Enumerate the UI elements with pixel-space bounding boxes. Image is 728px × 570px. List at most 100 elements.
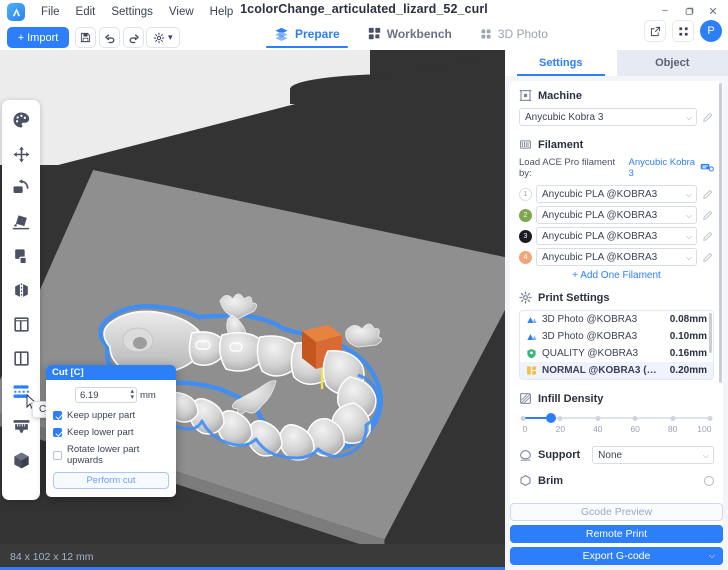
- filament-color-swatch-4[interactable]: 4: [519, 250, 532, 264]
- variable-layer-height-button[interactable]: ▾: [146, 27, 180, 48]
- support-tool-button[interactable]: [6, 445, 36, 475]
- window-title: 1colorChange_articulated_lizard_52_curl: [240, 2, 488, 16]
- filament-edit-icon-1[interactable]: [701, 189, 714, 200]
- preset-row-3d-photo-008[interactable]: 3D Photo @KOBRA3 0.08mm: [520, 311, 713, 328]
- remote-print-button[interactable]: Remote Print: [510, 525, 723, 543]
- tab-settings[interactable]: Settings: [505, 50, 617, 76]
- cut-height-row: 6.19 ▴ ▾ mm: [53, 387, 169, 403]
- palette-tool-button[interactable]: [6, 105, 36, 135]
- split-tool-button[interactable]: [6, 343, 36, 373]
- app-window: File Edit Settings View Help 1colorChang…: [0, 0, 728, 570]
- add-one-filament-button[interactable]: + Add One Filament: [519, 270, 714, 281]
- gcode-preview-button[interactable]: Gcode Preview: [510, 503, 723, 521]
- tab-prepare-label: Prepare: [295, 26, 340, 41]
- print-settings-list: 3D Photo @KOBRA3 0.08mm 3D Photo @KOBRA3…: [519, 310, 714, 380]
- keep-lower-part-checkbox[interactable]: [53, 428, 62, 437]
- filament-select-4[interactable]: Anycubic PLA @KOBRA3 ⌵: [536, 248, 697, 266]
- filament-color-swatch-3[interactable]: 3: [519, 229, 532, 243]
- import-button[interactable]: + Import: [7, 27, 69, 48]
- support-row: Support None ⌵: [519, 446, 714, 464]
- brim-checkbox[interactable]: [704, 475, 714, 486]
- infill-tick-label: 20: [555, 424, 566, 434]
- rotate-icon: [13, 179, 29, 193]
- infill-slider-knob[interactable]: [546, 413, 557, 423]
- machine-section: Machine Anycubic Kobra 3 ⌵: [510, 81, 723, 126]
- machine-edit-icon[interactable]: [701, 112, 714, 123]
- preset-row-3d-photo-010[interactable]: 3D Photo @KOBRA3 0.10mm: [520, 328, 713, 345]
- rotate-lower-part-option[interactable]: Rotate lower part upwards: [53, 444, 169, 466]
- arrange-icon: [13, 316, 29, 332]
- avatar[interactable]: P: [700, 20, 722, 42]
- infill-heading: Infill Density: [519, 392, 714, 405]
- tab-object[interactable]: Object: [616, 50, 728, 76]
- filament-load-link[interactable]: Anycubic Kobra 3: [629, 157, 700, 179]
- minimize-button[interactable]: −: [654, 2, 676, 20]
- chevron-down-icon: ⌵: [702, 451, 709, 460]
- keep-upper-part-option[interactable]: Keep upper part: [53, 410, 169, 421]
- apps-grid-icon[interactable]: [672, 20, 694, 42]
- cut-icon: [13, 385, 29, 398]
- brim-title: Brim: [538, 474, 564, 487]
- arrange-tool-button[interactable]: [6, 309, 36, 339]
- perform-cut-button[interactable]: Perform cut: [53, 472, 169, 489]
- filament-color-swatch-2[interactable]: 2: [519, 208, 532, 222]
- infill-tick-label: 0: [522, 424, 528, 434]
- tab-workbench[interactable]: Workbench: [354, 23, 466, 48]
- filament-color-swatch-1[interactable]: 1: [519, 187, 532, 201]
- scale-tool-button[interactable]: [6, 241, 36, 271]
- keep-lower-part-option[interactable]: Keep lower part: [53, 427, 169, 438]
- filament-edit-icon-2[interactable]: [701, 210, 714, 221]
- filament-select-2[interactable]: Anycubic PLA @KOBRA3 ⌵: [536, 206, 697, 224]
- model-eye: [133, 337, 147, 349]
- filament-load-prefix: Load ACE Pro filament by:: [519, 157, 616, 179]
- rotate-lower-part-checkbox[interactable]: [53, 450, 62, 460]
- print-settings-scrollbar[interactable]: [709, 313, 712, 353]
- preset-row-quality-016[interactable]: QUALITY @KOBRA3 0.16mm: [520, 345, 713, 362]
- machine-row: Anycubic Kobra 3 ⌵: [519, 108, 714, 126]
- window-controls: − ✕: [654, 2, 724, 20]
- filament-section: Filament Load ACE Pro filament by: Anycu…: [510, 130, 723, 281]
- support-value: None: [598, 449, 623, 461]
- external-link-icon[interactable]: [644, 20, 666, 42]
- palette-icon: [13, 112, 30, 128]
- undo-button[interactable]: [99, 27, 120, 48]
- support-select[interactable]: None ⌵: [592, 446, 714, 464]
- ace-pro-icon[interactable]: [700, 161, 714, 176]
- filament-edit-icon-4[interactable]: [701, 252, 714, 263]
- settings-scrollbar[interactable]: [719, 83, 722, 383]
- place-on-face-tool-button[interactable]: [6, 207, 36, 237]
- cut-height-value: 6.19: [80, 389, 99, 401]
- machine-select[interactable]: Anycubic Kobra 3 ⌵: [519, 108, 697, 126]
- settings-scroll-area: Machine Anycubic Kobra 3 ⌵ Filament Load…: [510, 81, 723, 547]
- cut-height-stepper[interactable]: ▴ ▾: [130, 388, 134, 401]
- filament-title: Filament: [538, 138, 584, 151]
- filament-value-3: Anycubic PLA @KOBRA3: [542, 230, 658, 242]
- close-button[interactable]: ✕: [702, 2, 724, 20]
- infill-tick-dot: [520, 415, 526, 421]
- export-gcode-button[interactable]: Export G-code ⌵: [510, 547, 723, 565]
- mirror-tool-button[interactable]: [6, 275, 36, 305]
- move-tool-button[interactable]: [6, 139, 36, 169]
- filament-slot-list: 1 Anycubic PLA @KOBRA3 ⌵ 2 Anycubic PLA …: [519, 185, 714, 266]
- infill-tick-label: 60: [630, 424, 640, 434]
- maximize-button[interactable]: [678, 2, 700, 20]
- infill-slider[interactable]: [520, 413, 713, 423]
- chevron-down-icon: ⌵: [685, 211, 692, 220]
- print-settings-section: Print Settings 3D Photo @KOBRA3 0.08mm 3…: [510, 283, 723, 380]
- filament-select-3[interactable]: Anycubic PLA @KOBRA3 ⌵: [536, 227, 697, 245]
- filament-value-4: Anycubic PLA @KOBRA3: [542, 251, 658, 263]
- infill-tick-label: 40: [593, 424, 603, 434]
- keep-upper-part-checkbox[interactable]: [53, 411, 62, 420]
- tab-3d-photo[interactable]: 3D Photo: [466, 23, 562, 48]
- redo-button[interactable]: [123, 27, 144, 48]
- infill-tick-labels: 0 20 40 60 80 100: [522, 424, 711, 436]
- filament-slot-row: 2 Anycubic PLA @KOBRA3 ⌵: [519, 206, 714, 224]
- stepper-down-icon[interactable]: ▾: [130, 394, 134, 401]
- cut-height-input[interactable]: 6.19 ▴ ▾: [75, 387, 137, 403]
- filament-select-1[interactable]: Anycubic PLA @KOBRA3 ⌵: [536, 185, 697, 203]
- tab-prepare[interactable]: Prepare: [260, 22, 354, 48]
- preset-row-normal-020[interactable]: NORMAL @KOBRA3 (modif... 0.20mm: [520, 362, 713, 379]
- filament-edit-icon-3[interactable]: [701, 231, 714, 242]
- rotate-tool-button[interactable]: [6, 173, 36, 203]
- save-button[interactable]: [75, 27, 96, 48]
